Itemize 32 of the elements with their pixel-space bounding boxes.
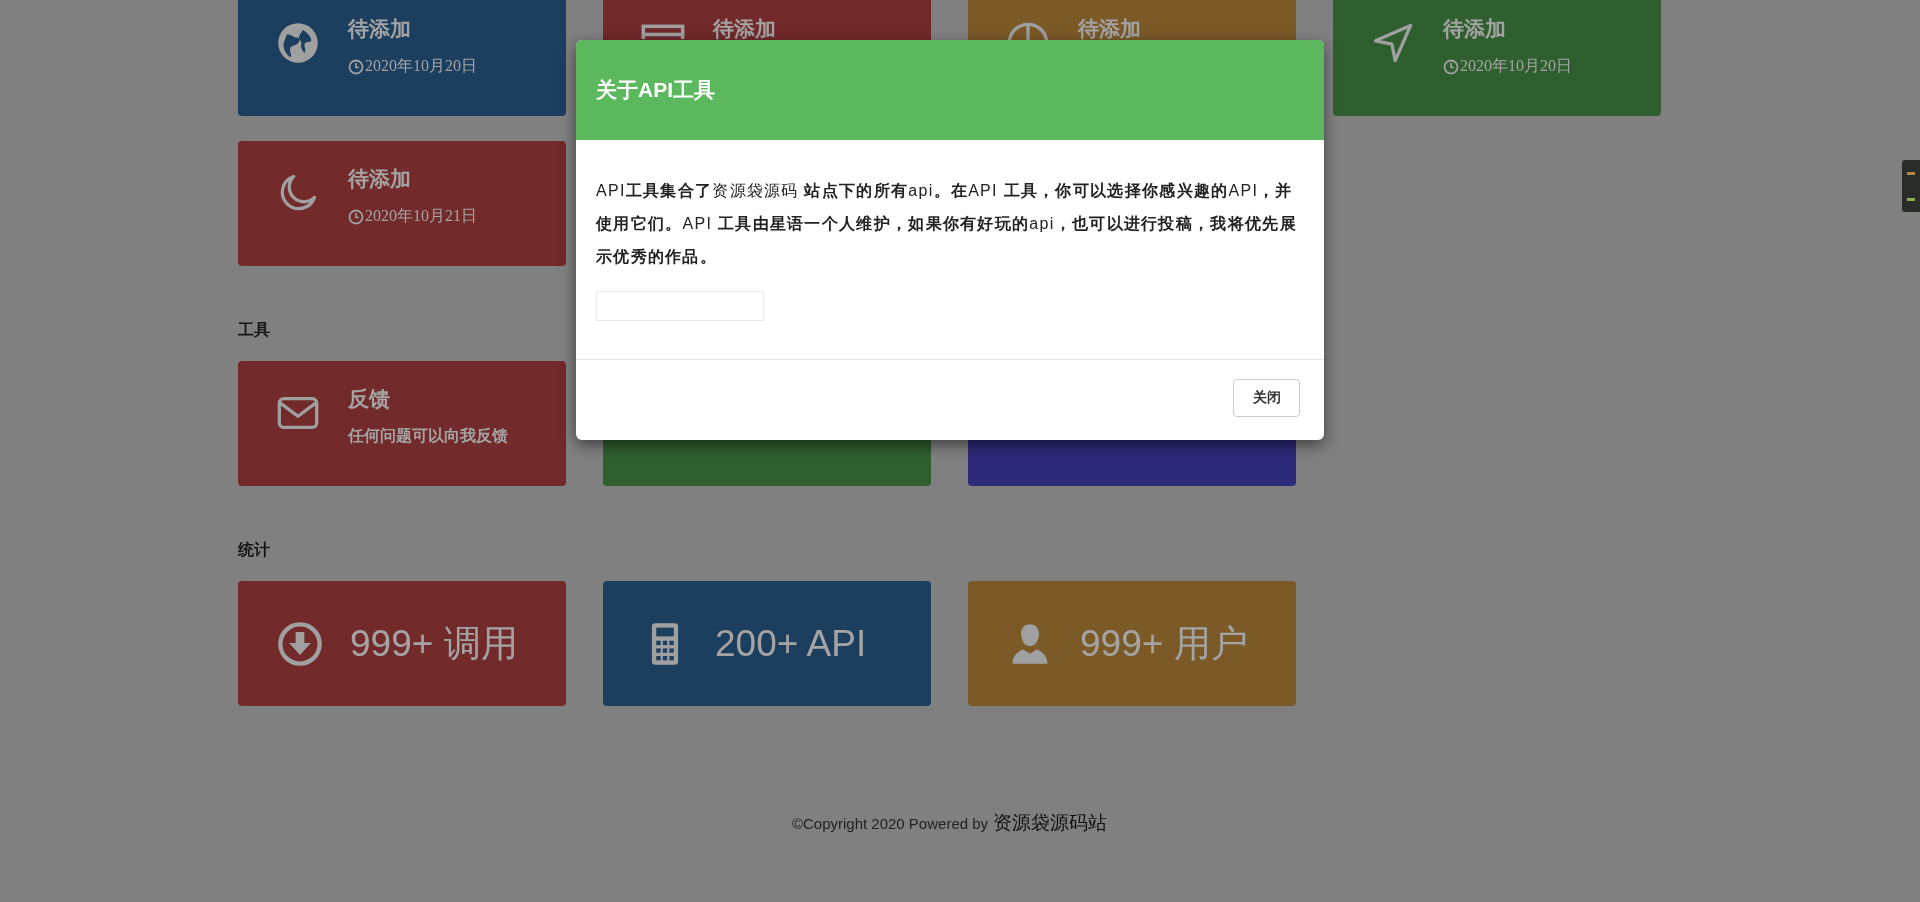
tile-title: 待添加 — [348, 166, 412, 192]
copyright-text: ©Copyright 2020 Powered by — [791, 815, 989, 832]
tile-title: 待添加 — [1443, 16, 1507, 42]
tile-title: 待添加 — [348, 16, 412, 42]
section-heading: 工具 — [238, 320, 271, 340]
tile-date: 2020年10月20日 — [1460, 56, 1572, 76]
tile-description: 任何问题可以向我反馈 — [348, 426, 508, 446]
tile-card[interactable]: 反馈 任何问题可以向我反馈 — [238, 361, 566, 486]
clock-icon — [348, 58, 364, 75]
stat-text: 999+ 用户 — [1080, 621, 1248, 666]
stat-text: 200+ API — [715, 622, 867, 665]
tile-title: 待添加 — [1078, 16, 1141, 42]
tile-card[interactable]: 待添加 2020年10月21日 — [238, 141, 566, 266]
send-icon — [1371, 21, 1415, 65]
section-heading: 统计 — [238, 540, 271, 560]
tile-date: 2020年10月20日 — [365, 56, 477, 76]
stat-text: 999+ 调用 — [350, 621, 518, 666]
clock-icon — [348, 208, 364, 225]
side-widget[interactable] — [1902, 160, 1920, 212]
tile-title: 反馈 — [348, 386, 391, 412]
modal-text: API工具集合了资源袋源码 站点下的所有api。在API 工具，你可以选择你感兴趣的API，并使用它们。API 工具由星语一个人维护，如果你有好玩的api，也可以进行投稿，我将优先展示优秀的作品。 — [596, 181, 1298, 267]
close-button[interactable]: 关闭 — [1233, 379, 1300, 417]
brand-link[interactable]: 资源袋源码站 — [993, 812, 1108, 833]
globe-icon — [276, 21, 320, 65]
download-icon — [276, 619, 324, 668]
tile-card[interactable]: 待添加 2020年10月20日 — [1333, 0, 1661, 116]
window-icon — [641, 24, 685, 39]
tile-date: 2020年10月21日 — [365, 206, 477, 226]
modal-title: 关于API工具 — [596, 77, 715, 103]
tile-card[interactable]: 待添加 2020年10月20日 — [238, 0, 566, 116]
clock-icon — [1443, 58, 1459, 75]
tile-title: 待添加 — [713, 16, 776, 42]
